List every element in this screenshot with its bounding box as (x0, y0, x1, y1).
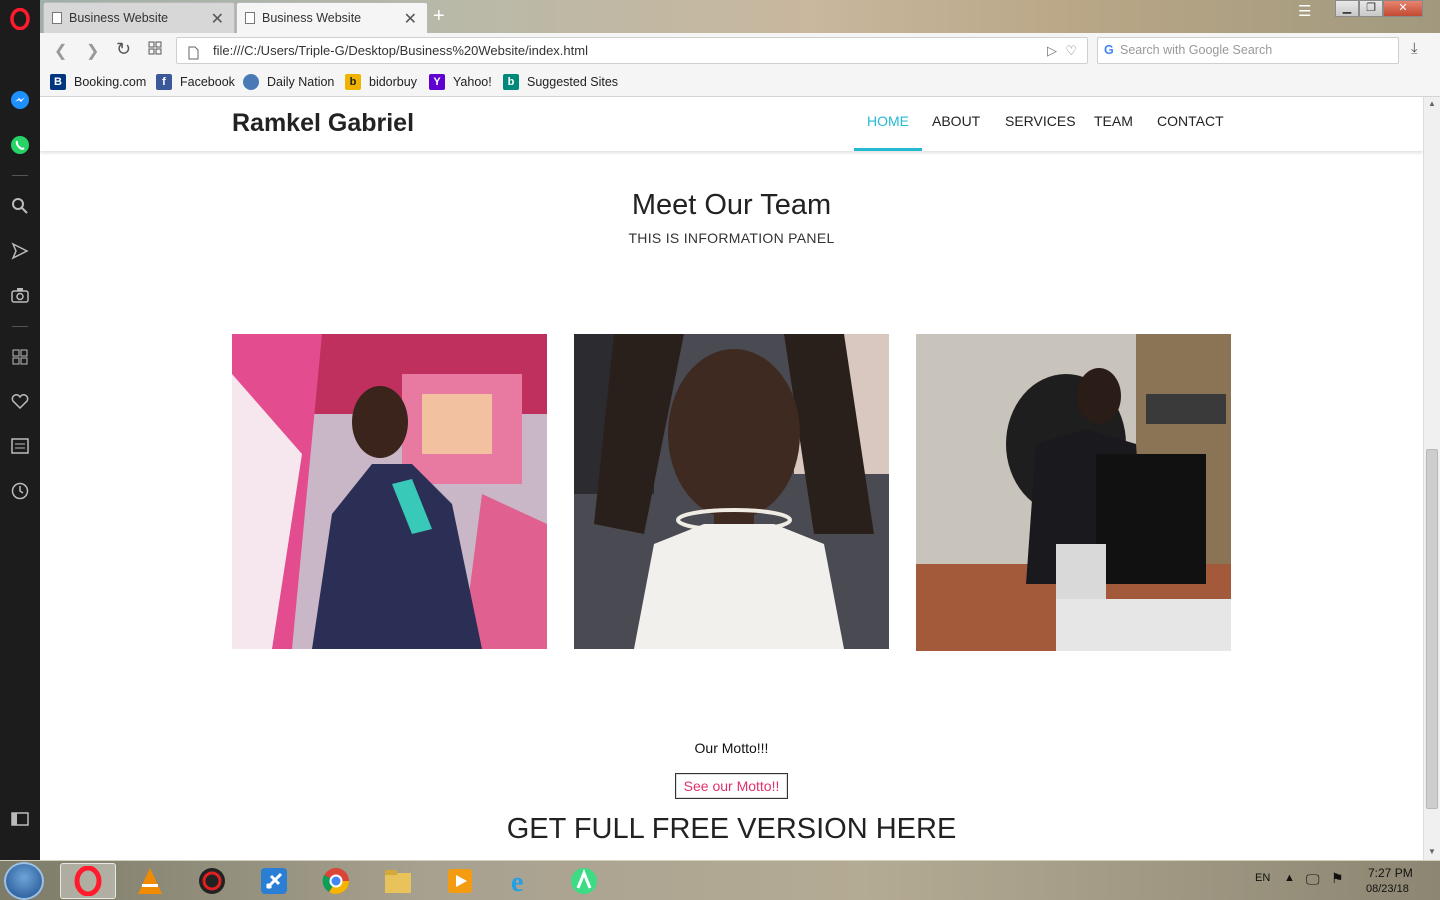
tabs-grid-icon[interactable] (148, 41, 162, 60)
svg-text:e: e (511, 867, 523, 896)
history-icon[interactable] (9, 480, 31, 502)
start-button[interactable] (4, 862, 44, 900)
speed-dial-icon[interactable] (9, 346, 31, 368)
search-placeholder: Search with Google Search (1120, 43, 1273, 57)
nav-services[interactable]: SERVICES (992, 97, 1089, 151)
bookmark-label: Booking.com (74, 75, 147, 89)
nav-team[interactable]: TEAM (1081, 97, 1146, 151)
address-bar-row: ❮ ❯ ↻ file:///C:/Users/Triple-G/Desktop/… (40, 33, 1440, 67)
bookmark-yahoo[interactable]: Y Yahoo! (429, 74, 492, 90)
bookmark-suggested-sites[interactable]: b Suggested Sites (503, 74, 618, 90)
team-member-photo-3 (916, 334, 1231, 651)
bing-icon: b (503, 74, 519, 90)
tab-menu-icon[interactable]: ☰ (1298, 2, 1311, 20)
taskbar-opera-icon[interactable] (60, 863, 116, 899)
camera-icon[interactable] (9, 284, 31, 306)
action-center-flag-icon[interactable]: ⚑ (1331, 870, 1344, 887)
taskbar-vlc-icon[interactable] (122, 863, 178, 899)
opera-logo-icon[interactable] (9, 8, 31, 30)
page-scrollbar[interactable]: ▲ ▼ (1423, 97, 1440, 860)
bookmark-label: Daily Nation (267, 75, 335, 89)
windows-taskbar: e EN ▲ 🖵 ⚑ 7:27 PM 08/23/18 (0, 860, 1440, 900)
heart-icon[interactable] (9, 390, 31, 412)
tab-title: Business Website (69, 11, 169, 25)
team-title: Meet Our Team (631, 189, 832, 221)
taskbar-red-app-icon[interactable] (184, 863, 240, 899)
clock-time[interactable]: 7:27 PM (1368, 866, 1413, 880)
clock-date[interactable]: 08/23/18 (1366, 883, 1409, 895)
bookmark-bidorbuy[interactable]: b bidorbuy (345, 74, 417, 90)
scroll-up-icon[interactable]: ▲ (1428, 99, 1436, 108)
tab-strip: Business Website ✕ Business Website ✕ + … (40, 0, 1440, 33)
network-icon[interactable]: 🖵 (1306, 871, 1320, 888)
bidorbuy-icon: b (345, 74, 361, 90)
bookmark-label: Yahoo! (453, 75, 492, 89)
bookmark-heart-icon[interactable]: ♡ (1065, 38, 1077, 63)
taskbar-airplane-icon[interactable] (246, 863, 302, 899)
send-page-icon[interactable]: ▷ (1047, 38, 1057, 63)
web-page: Ramkel Gabriel HOME ABOUT SERVICES TEAM … (40, 97, 1423, 860)
yahoo-icon: Y (429, 74, 445, 90)
scroll-down-icon[interactable]: ▼ (1428, 847, 1436, 856)
opera-sidebar (0, 0, 40, 860)
sidebar-toggle-icon[interactable] (9, 808, 31, 830)
news-icon[interactable] (9, 435, 31, 457)
search-input[interactable]: G Search with Google Search (1097, 37, 1399, 64)
bookmark-booking[interactable]: B Booking.com (50, 74, 146, 90)
document-icon (52, 12, 62, 24)
messenger-icon[interactable] (9, 89, 31, 111)
reload-icon[interactable]: ↻ (116, 39, 131, 60)
download-icon[interactable]: ⤓ (1411, 40, 1418, 57)
maximize-icon[interactable]: ❐ (1359, 0, 1383, 17)
minimize-icon[interactable]: ▁ (1335, 0, 1359, 17)
see-motto-button[interactable]: See our Motto!! (675, 773, 788, 799)
window-controls: ▁ ❐ ✕ (1335, 0, 1423, 18)
scrollbar-thumb[interactable] (1426, 449, 1438, 809)
taskbar-android-studio-icon[interactable] (556, 863, 612, 899)
site-navbar: Ramkel Gabriel HOME ABOUT SERVICES TEAM … (40, 97, 1423, 151)
globe-icon (243, 74, 259, 90)
taskbar-file-explorer-icon[interactable] (370, 863, 426, 899)
close-tab-icon[interactable]: ✕ (404, 9, 417, 29)
nav-contact[interactable]: CONTACT (1144, 97, 1237, 151)
bookmarks-bar: B Booking.com f Facebook Daily Nation b … (40, 67, 1440, 97)
show-hidden-icons-icon[interactable]: ▲ (1284, 872, 1295, 884)
bookmark-label: Facebook (180, 75, 235, 89)
tab-business-website-2[interactable]: Business Website ✕ (236, 2, 428, 33)
google-icon: G (1104, 43, 1114, 57)
search-icon[interactable] (9, 195, 31, 217)
bookmark-label: Suggested Sites (527, 75, 619, 89)
taskbar-internet-explorer-icon[interactable]: e (494, 863, 550, 899)
facebook-icon: f (156, 74, 172, 90)
team-member-photo-2 (574, 334, 889, 649)
bookmark-daily-nation[interactable]: Daily Nation (243, 74, 334, 90)
team-subtitle: THIS IS INFORMATION PANEL (628, 230, 835, 246)
site-brand[interactable]: Ramkel Gabriel (232, 109, 414, 138)
nav-home[interactable]: HOME (854, 97, 922, 151)
send-icon[interactable] (9, 240, 31, 262)
bookmark-label: bidorbuy (369, 75, 417, 89)
get-full-version-heading[interactable]: GET FULL FREE VERSION HERE (40, 813, 1423, 846)
back-icon[interactable]: ❮ (54, 41, 67, 61)
nav-about[interactable]: ABOUT (919, 97, 993, 151)
motto-label: Our Motto!!! (694, 740, 769, 756)
tab-title: Business Website (262, 11, 362, 25)
close-window-icon[interactable]: ✕ (1383, 0, 1423, 17)
booking-icon: B (50, 74, 66, 90)
url-input[interactable]: file:///C:/Users/Triple-G/Desktop/Busine… (176, 37, 1088, 64)
tab-business-website-1[interactable]: Business Website ✕ (43, 2, 235, 33)
taskbar-media-player-icon[interactable] (432, 863, 488, 899)
document-icon (245, 12, 255, 24)
team-member-photo-1 (232, 334, 547, 649)
close-tab-icon[interactable]: ✕ (211, 9, 224, 29)
taskbar-chrome-icon[interactable] (308, 863, 364, 899)
new-tab-plus-icon[interactable]: + (433, 5, 445, 28)
bookmark-facebook[interactable]: f Facebook (156, 74, 235, 90)
url-text: file:///C:/Users/Triple-G/Desktop/Busine… (213, 43, 588, 58)
language-indicator[interactable]: EN (1255, 872, 1270, 884)
whatsapp-icon[interactable] (9, 134, 31, 156)
forward-icon[interactable]: ❯ (86, 41, 99, 61)
page-icon (188, 43, 199, 68)
